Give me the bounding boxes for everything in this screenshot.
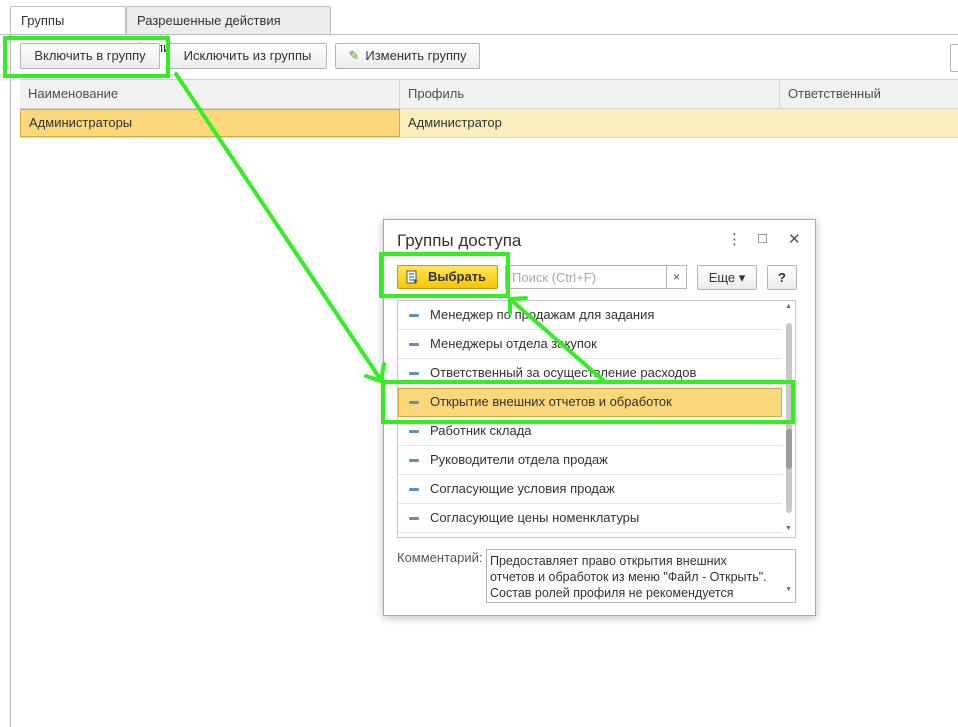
- edit-group-label: Изменить группу: [365, 48, 467, 63]
- list-item[interactable]: Согласующие условия продаж: [398, 475, 782, 504]
- list-item-label: Менеджер по продажам для задания: [430, 307, 655, 322]
- edit-group-button[interactable]: ✎ Изменить группу: [335, 43, 480, 69]
- list-item[interactable]: Руководители отдела продаж: [398, 446, 782, 475]
- comment-scroll-down-icon[interactable]: ▼: [785, 582, 792, 598]
- cell-responsible[interactable]: [780, 109, 958, 137]
- more-menu-icon[interactable]: ⋮: [727, 230, 742, 248]
- list-item[interactable]: Менеджер по продажам для задания: [398, 301, 782, 330]
- group-item-icon: [409, 372, 419, 375]
- pencil-icon: ✎: [348, 48, 360, 63]
- tab-allowed-actions[interactable]: Разрешенные действия (роли): [126, 6, 331, 55]
- group-item-icon: [409, 517, 419, 520]
- help-button[interactable]: ?: [767, 265, 797, 290]
- comment-label: Комментарий:: [397, 550, 483, 565]
- cell-profile[interactable]: Администратор: [400, 109, 780, 137]
- more-actions-button[interactable]: Еще ▾: [697, 265, 757, 290]
- comment-line: Предоставляет право открытия внешних: [490, 554, 727, 568]
- annotation-highlight-select-button: [379, 252, 510, 298]
- list-item[interactable]: Менеджеры отдела закупок: [398, 330, 782, 359]
- cell-name[interactable]: Администраторы: [20, 109, 400, 137]
- column-header-profile[interactable]: Профиль: [400, 80, 780, 108]
- scroll-down-icon[interactable]: ▼: [785, 525, 792, 532]
- grid-header: Наименование Профиль Ответственный: [20, 79, 958, 109]
- tab-access-groups[interactable]: Группы доступа: [10, 6, 126, 55]
- comment-line: Состав ролей профиля не рекомендуется: [490, 586, 734, 600]
- exclude-from-group-button[interactable]: Исключить из группы: [168, 43, 327, 69]
- column-header-name[interactable]: Наименование: [20, 80, 400, 108]
- scroll-up-icon[interactable]: ▲: [785, 303, 792, 310]
- close-icon[interactable]: ✕: [788, 230, 801, 248]
- group-item-icon: [409, 430, 419, 433]
- list-item-label: Руководители отдела продаж: [430, 452, 608, 467]
- annotation-highlight-include-button: [3, 36, 170, 78]
- scrollbar-thumb[interactable]: [786, 429, 792, 469]
- comment-line: отчетов и обработок из меню "Файл - Откр…: [490, 570, 767, 584]
- maximize-icon[interactable]: □: [758, 230, 767, 247]
- group-item-icon: [409, 488, 419, 491]
- toolbar-overflow-button[interactable]: [950, 44, 958, 72]
- list-item-label: Согласующие условия продаж: [430, 481, 615, 496]
- list-item-label: Менеджеры отдела закупок: [430, 336, 597, 351]
- group-item-icon: [409, 343, 419, 346]
- list-item-label: Согласующие цены номенклатуры: [430, 510, 640, 525]
- search-input[interactable]: [505, 265, 666, 289]
- tab-bar: Группы доступа Разрешенные действия (рол…: [0, 0, 958, 55]
- table-row[interactable]: Администраторы Администратор: [20, 109, 958, 138]
- annotation-highlight-selected-item: [381, 380, 795, 424]
- group-item-icon: [409, 459, 419, 462]
- clear-search-icon[interactable]: ×: [666, 265, 687, 289]
- dialog-title: Группы доступа: [397, 231, 522, 250]
- comment-field[interactable]: Предоставляет право открытия внешних отч…: [486, 549, 796, 603]
- list-item[interactable]: Согласующие цены номенклатуры: [398, 504, 782, 533]
- group-item-icon: [409, 314, 419, 317]
- column-header-responsible[interactable]: Ответственный: [780, 80, 958, 108]
